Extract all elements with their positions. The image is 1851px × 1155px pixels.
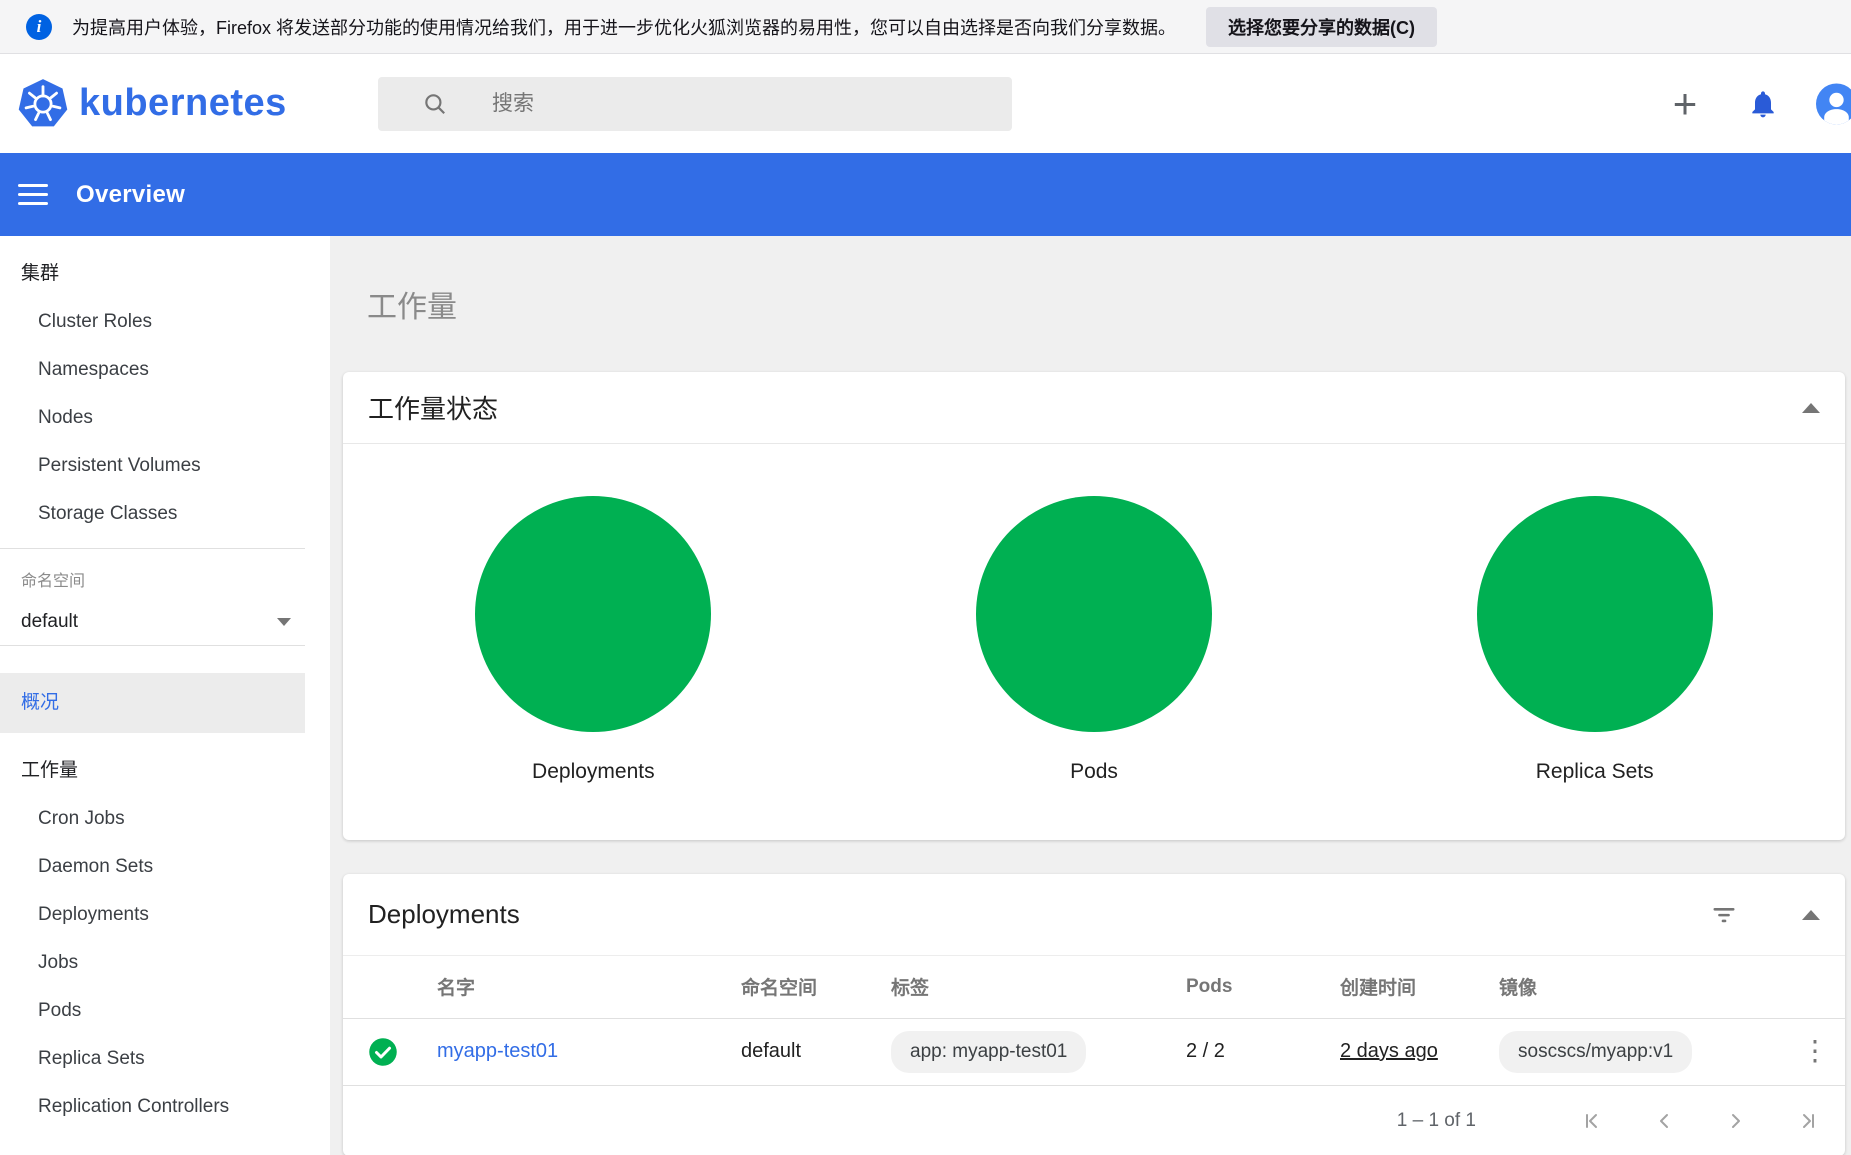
- deployments-card: Deployments 名字 命名空间 标签 Pods 创建时间 镜像 myap…: [343, 874, 1845, 1155]
- chevron-down-icon: [277, 618, 291, 626]
- main-content: 工作量 工作量状态 Deployments Pods Replica Sets: [330, 236, 1851, 1155]
- sidebar-item-jobs[interactable]: Jobs: [0, 939, 305, 987]
- sidebar-item-cluster-roles[interactable]: Cluster Roles: [0, 298, 305, 346]
- pagination-range: 1 – 1 of 1: [1396, 1109, 1476, 1131]
- page-title: 工作量: [367, 291, 457, 324]
- divider: [0, 645, 305, 646]
- deployments-donut: [475, 496, 712, 732]
- sidebar-header-workloads: 工作量: [21, 760, 79, 781]
- table-row[interactable]: myapp-test01 default app: myapp-test01 2…: [343, 1018, 1845, 1086]
- sidebar-header-cluster: 集群: [21, 263, 60, 284]
- col-actions: [1785, 956, 1845, 1019]
- search-input[interactable]: [492, 91, 1000, 116]
- col-namespace: 命名空间: [741, 956, 891, 1019]
- next-page-button[interactable]: [1724, 1109, 1748, 1133]
- deployment-name-link[interactable]: myapp-test01: [437, 1040, 558, 1062]
- col-created: 创建时间: [1340, 956, 1499, 1019]
- sidebar-item-storage-classes[interactable]: Storage Classes: [0, 490, 305, 538]
- bell-icon: [1752, 90, 1774, 117]
- row-menu-kebab-icon[interactable]: ⋮: [1801, 1037, 1829, 1065]
- search-icon: [425, 93, 445, 114]
- sidebar-item-namespaces[interactable]: Namespaces: [0, 346, 305, 394]
- deployments-chart: Deployments: [343, 444, 844, 784]
- replica-sets-chart: Replica Sets: [1344, 444, 1845, 784]
- namespace-value: default: [21, 611, 79, 632]
- chart-label: Pods: [1070, 760, 1118, 783]
- deployments-table: 名字 命名空间 标签 Pods 创建时间 镜像 myapp-test01 def…: [343, 956, 1845, 1086]
- sidebar-item-daemon-sets[interactable]: Daemon Sets: [0, 843, 305, 891]
- sidebar-item-nodes[interactable]: Nodes: [0, 394, 305, 442]
- deployment-namespace: default: [741, 1018, 891, 1086]
- sidebar-item-pods[interactable]: Pods: [0, 987, 305, 1035]
- page-section-title: Overview: [76, 180, 186, 208]
- last-page-button[interactable]: [1796, 1109, 1820, 1133]
- info-icon: i: [26, 13, 52, 40]
- col-name: 名字: [437, 956, 741, 1019]
- collapse-card-icon[interactable]: [1802, 909, 1820, 920]
- sidebar-item-deployments[interactable]: Deployments: [0, 891, 305, 939]
- chart-label: Replica Sets: [1535, 760, 1654, 783]
- browser-notification-bar: i 为提高用户体验，Firefox 将发送部分功能的使用情况给我们，用于进一步优…: [0, 0, 1851, 54]
- notification-text: 为提高用户体验，Firefox 将发送部分功能的使用情况给我们，用于进一步优化火…: [72, 17, 1177, 38]
- sidebar: 集群 Cluster Roles Namespaces Nodes Persis…: [0, 236, 330, 1155]
- sidebar-item-replica-sets[interactable]: Replica Sets: [0, 1035, 305, 1083]
- brand-wordmark: kubernetes: [79, 82, 287, 124]
- namespace-label: 命名空间: [21, 573, 86, 590]
- workload-status-card: 工作量状态 Deployments Pods Replica Sets: [343, 372, 1845, 840]
- pods-donut: [976, 496, 1212, 732]
- chart-label: Deployments: [532, 760, 655, 783]
- user-avatar[interactable]: [1816, 83, 1851, 124]
- notifications-bell-icon[interactable]: [1745, 86, 1781, 122]
- replica-sets-donut: [1476, 496, 1713, 732]
- col-pods: Pods: [1186, 956, 1340, 1019]
- workload-status-title: 工作量状态: [368, 394, 499, 424]
- col-images: 镜像: [1499, 956, 1785, 1019]
- col-status: [343, 956, 437, 1019]
- deployment-created: 2 days ago: [1340, 1040, 1438, 1062]
- deployment-pods: 2 / 2: [1186, 1018, 1340, 1086]
- table-header-row: 名字 命名空间 标签 Pods 创建时间 镜像: [343, 956, 1845, 1019]
- namespace-select[interactable]: default: [0, 599, 305, 645]
- create-resource-button[interactable]: +: [1664, 82, 1706, 125]
- first-page-button[interactable]: [1580, 1109, 1604, 1133]
- pods-chart: Pods: [844, 444, 1345, 784]
- label-chip: app: myapp-test01: [891, 1030, 1087, 1073]
- previous-page-button[interactable]: [1652, 1109, 1676, 1133]
- app-header: kubernetes +: [0, 54, 1851, 153]
- kubernetes-helm-icon: [18, 78, 68, 126]
- col-labels: 标签: [891, 956, 1186, 1019]
- sidebar-item-persistent-volumes[interactable]: Persistent Volumes: [0, 442, 305, 490]
- check-circle-icon: [369, 1037, 397, 1066]
- filter-icon[interactable]: [1710, 901, 1738, 929]
- person-icon: [1824, 92, 1849, 124]
- sidebar-item-overview[interactable]: 概况: [0, 673, 305, 733]
- sidebar-item-replication-controllers[interactable]: Replication Controllers: [0, 1083, 305, 1131]
- sidebar-item-cron-jobs[interactable]: Cron Jobs: [0, 795, 305, 843]
- pagination: 1 – 1 of 1: [343, 1086, 1845, 1155]
- menu-hamburger-icon[interactable]: [18, 184, 48, 205]
- collapse-card-icon[interactable]: [1802, 402, 1820, 413]
- image-chip: soscscs/myapp:v1: [1499, 1030, 1693, 1073]
- top-nav-bar: Overview: [0, 153, 1851, 236]
- choose-data-share-button[interactable]: 选择您要分享的数据(C): [1206, 6, 1438, 47]
- kubernetes-logo[interactable]: kubernetes: [0, 78, 287, 130]
- deployments-title: Deployments: [368, 899, 520, 929]
- search-bar[interactable]: [378, 76, 1012, 131]
